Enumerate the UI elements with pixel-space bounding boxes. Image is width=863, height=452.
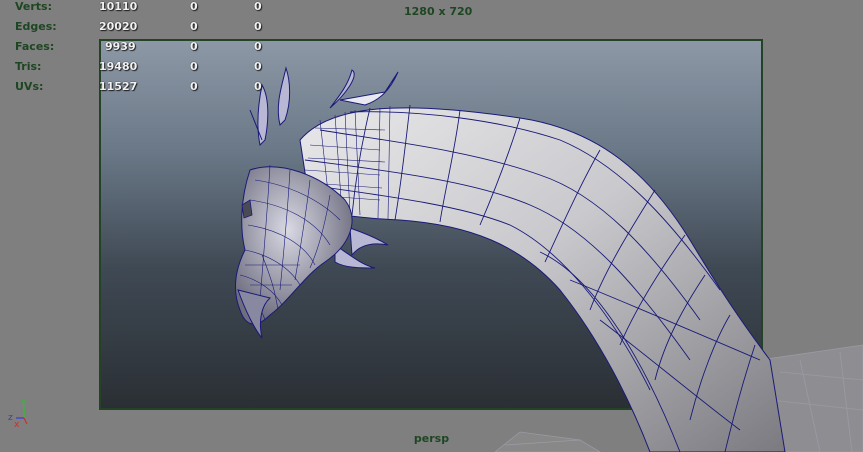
edges-label: Edges: [15,20,57,33]
edges-value: 20020 [99,20,138,33]
axis-z-label: z [8,413,13,423]
verts-label: Verts: [15,0,53,13]
faces-value: 9939 [105,40,136,53]
uvs-extra: 0 [254,80,262,93]
tris-selected: 0 [190,60,198,73]
tris-extra: 0 [254,60,262,73]
view-axis-icon: y z x [8,397,28,428]
axis-y-label: y [21,397,27,407]
uvs-value: 11527 [99,80,138,93]
faces-extra: 0 [254,40,262,53]
edges-extra: 0 [254,20,262,33]
uvs-selected: 0 [190,80,198,93]
camera-name-label: persp [413,432,450,445]
axis-x-label: x [14,420,20,428]
verts-selected: 0 [190,0,198,13]
tris-label: Tris: [15,60,42,73]
resolution-label: 1280 x 720 [404,5,473,18]
perspective-viewport[interactable]: Verts: 10110 0 0 Edges: 20020 0 0 Faces:… [0,0,863,452]
faces-label: Faces: [15,40,55,53]
verts-extra: 0 [254,0,262,13]
uvs-label: UVs: [15,80,44,93]
tris-value: 19480 [99,60,138,73]
faces-selected: 0 [190,40,198,53]
verts-value: 10110 [99,0,138,13]
edges-selected: 0 [190,20,198,33]
